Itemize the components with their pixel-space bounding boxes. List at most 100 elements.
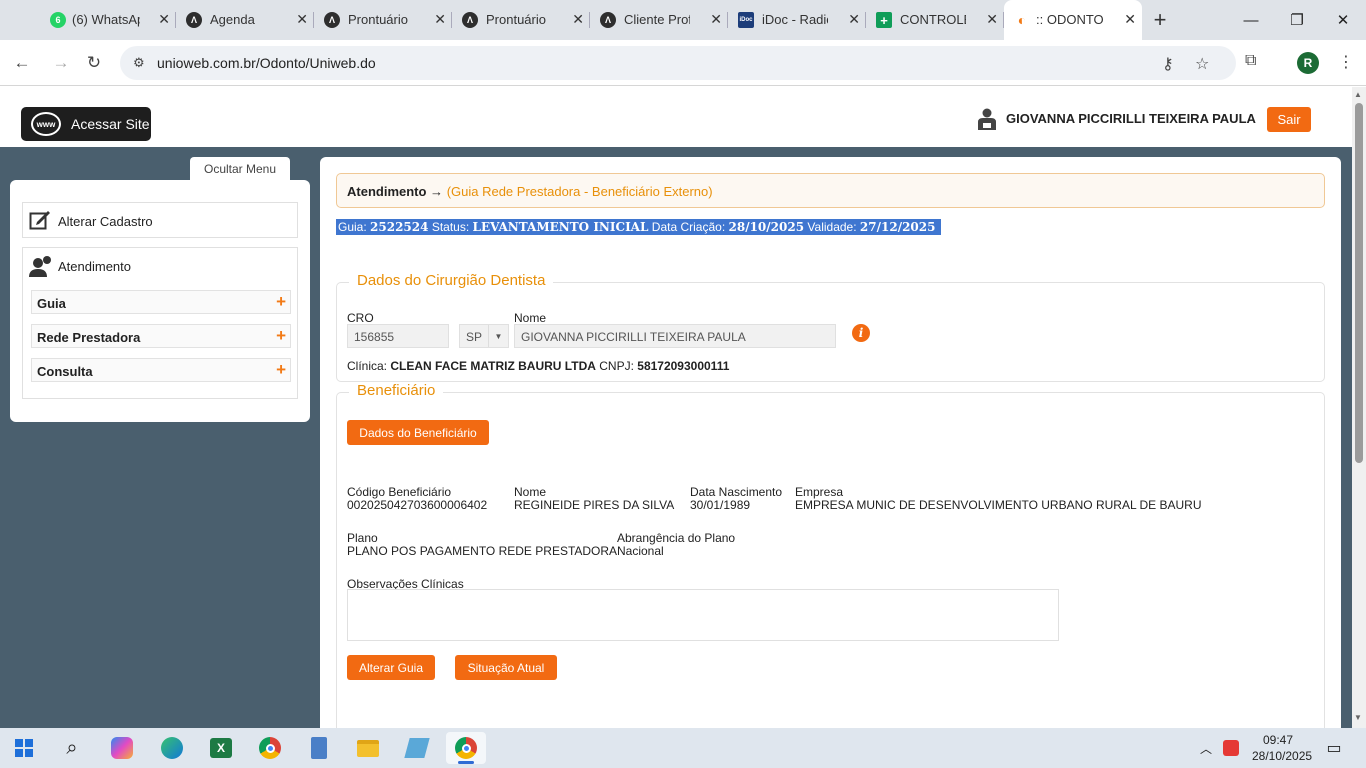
minimize-button[interactable]: — — [1228, 0, 1274, 40]
chevron-up-icon[interactable]: ︿ — [1194, 732, 1218, 764]
start-button[interactable] — [4, 732, 44, 764]
search-icon[interactable]: ⌕ — [52, 732, 92, 764]
copilot-icon[interactable] — [102, 732, 142, 764]
empresa-label: Empresa — [795, 485, 844, 499]
tab-controle[interactable]: + CONTROLE DE ✕ — [866, 0, 1004, 40]
password-key-icon[interactable]: ⚷ — [1162, 54, 1174, 74]
plus-icon[interactable]: + — [276, 292, 286, 312]
calculator-icon[interactable] — [299, 732, 339, 764]
browser-toolbar: ← → ↻ ⚙ unioweb.com.br/Odonto/Uniweb.do … — [0, 40, 1366, 86]
chevron-down-icon: ▼ — [488, 325, 508, 347]
plus-icon[interactable]: + — [276, 360, 286, 380]
alterar-guia-button[interactable]: Alterar Guia — [347, 655, 435, 680]
hide-menu-tab[interactable]: Ocultar Menu — [190, 157, 290, 181]
restore-button[interactable]: ❐ — [1274, 0, 1320, 40]
uf-select[interactable]: SP ▼ — [459, 324, 509, 348]
excel-icon[interactable]: X — [201, 732, 241, 764]
scroll-down-icon[interactable]: ▼ — [1354, 713, 1362, 722]
reload-button[interactable]: ↻ — [83, 52, 105, 74]
situacao-atual-button[interactable]: Situação Atual — [455, 655, 557, 680]
acessar-site-label: Acessar Site — [71, 116, 150, 132]
sidebar-item-guia[interactable]: Guia + — [31, 290, 291, 314]
guia-summary-line: Guia: 2522524 Status: LEVANTAMENTO INICI… — [336, 219, 941, 235]
close-window-button[interactable]: ✕ — [1320, 0, 1366, 40]
notifications-icon[interactable]: ▭ — [1314, 732, 1354, 764]
acessar-site-button[interactable]: www Acessar Site — [21, 107, 151, 141]
sidebar-item-consulta[interactable]: Consulta + — [31, 358, 291, 382]
site-settings-icon[interactable]: ⚙ — [133, 55, 145, 71]
beneficiario-fieldset: Beneficiário Dados do Beneficiário Códig… — [336, 382, 1325, 728]
idoc-icon: iDoc — [738, 12, 754, 28]
back-button[interactable]: ← — [11, 52, 33, 74]
tab-prontuario-2[interactable]: Λ Prontuário ✕ — [452, 0, 590, 40]
tab-label: Agenda — [210, 12, 255, 27]
scrollbar-thumb[interactable] — [1355, 103, 1363, 463]
cnpj-value: 58172093000111 — [637, 359, 730, 373]
sidebar: Alterar Cadastro Atendimento Guia + Rede… — [10, 180, 310, 422]
sidebar-item-rede-prestadora[interactable]: Rede Prestadora + — [31, 324, 291, 348]
new-tab-button[interactable]: + — [1142, 0, 1178, 40]
beneficiario-nome-label: Nome — [514, 485, 547, 499]
tab-label: Prontuário — [348, 12, 408, 27]
close-icon[interactable]: ✕ — [848, 11, 860, 28]
nascimento-value: 30/01/1989 — [690, 498, 751, 512]
nome-dentista-field[interactable]: GIOVANNA PICCIRILLI TEIXEIRA PAULA — [514, 324, 836, 348]
nome-dentista-label: Nome — [514, 311, 547, 325]
clinica-value: CLEAN FACE MATRIZ BAURU LTDA — [390, 359, 596, 373]
close-icon[interactable]: ✕ — [1124, 11, 1136, 28]
profile-avatar[interactable]: R — [1297, 52, 1319, 74]
cro-field[interactable]: 156855 — [347, 324, 449, 348]
dentista-fieldset: Dados do Cirurgião Dentista CRO 156855 S… — [336, 272, 1325, 382]
tab-label: iDoc - Radiologia — [762, 12, 828, 27]
chrome-icon[interactable] — [250, 732, 290, 764]
file-explorer-icon[interactable] — [348, 732, 388, 764]
tab-idoc[interactable]: iDoc iDoc - Radiologia ✕ — [728, 0, 866, 40]
extensions-icon[interactable]: ⧉ — [1245, 52, 1256, 70]
url-text: unioweb.com.br/Odonto/Uniweb.do — [157, 55, 376, 71]
tray-app-icon[interactable] — [1219, 732, 1243, 764]
taskbar-clock[interactable]: 09:47 28/10/2025 — [1252, 732, 1312, 764]
edge-icon[interactable] — [152, 732, 192, 764]
page-scrollbar[interactable]: ▲ ▼ — [1352, 87, 1366, 728]
support-agent-icon — [29, 256, 51, 277]
close-icon[interactable]: ✕ — [572, 11, 584, 28]
logout-button[interactable]: Sair — [1267, 107, 1311, 132]
main-content: Atendimento → (Guia Rede Prestadora - Be… — [320, 157, 1341, 728]
tab-odonto[interactable]: ◐ :: ODONTO :: ✕ — [1004, 0, 1142, 40]
odonto-icon: ◐ — [1014, 12, 1030, 28]
close-icon[interactable]: ✕ — [710, 11, 722, 28]
tab-agenda[interactable]: Λ Agenda ✕ — [176, 0, 314, 40]
tab-cliente-profile[interactable]: Λ Cliente Profile ✕ — [590, 0, 728, 40]
breadcrumb-root[interactable]: Atendimento → — [347, 184, 443, 199]
whatsapp-icon: 6 — [50, 12, 66, 28]
bookmark-star-icon[interactable]: ☆ — [1195, 54, 1209, 74]
scroll-up-icon[interactable]: ▲ — [1354, 90, 1362, 99]
dados-beneficiario-button[interactable]: Dados do Beneficiário — [347, 420, 489, 445]
close-icon[interactable]: ✕ — [434, 11, 446, 28]
sidebar-section-atendimento: Atendimento Guia + Rede Prestadora + Con… — [22, 247, 298, 399]
clock-time: 09:47 — [1262, 733, 1294, 747]
app-shortcut-icon[interactable] — [397, 732, 437, 764]
abrangencia-label: Abrangência do Plano — [617, 531, 736, 545]
tab-whatsapp[interactable]: 6 (6) WhatsApp ✕ — [0, 0, 176, 40]
app-logo-icon: Λ — [324, 12, 340, 28]
close-icon[interactable]: ✕ — [158, 11, 170, 28]
close-icon[interactable]: ✕ — [296, 11, 308, 28]
app-logo-icon: Λ — [462, 12, 478, 28]
info-icon[interactable]: i — [852, 324, 870, 342]
tab-prontuario-1[interactable]: Λ Prontuário ✕ — [314, 0, 452, 40]
close-icon[interactable]: ✕ — [986, 11, 998, 28]
codigo-value: 0020250427036000064​02 — [347, 498, 488, 512]
forward-button[interactable]: → — [50, 52, 72, 74]
beneficiario-nome-value: REGINEIDE PIRES DA SILVA — [514, 498, 675, 512]
guia-label: Guia: — [338, 220, 367, 234]
chrome-profile-icon[interactable] — [446, 732, 486, 764]
guia-number: 2522524 — [370, 220, 429, 234]
clinica-label: Clínica: — [347, 359, 388, 373]
observacoes-textarea[interactable] — [347, 589, 1059, 641]
plus-icon[interactable]: + — [276, 326, 286, 346]
address-bar[interactable]: ⚙ unioweb.com.br/Odonto/Uniweb.do ⚷ ☆ — [120, 46, 1236, 80]
menu-kebab-icon[interactable]: ⋮ — [1338, 52, 1354, 72]
sidebar-item-alterar-cadastro[interactable]: Alterar Cadastro — [22, 202, 298, 238]
browser-tab-strip: 6 (6) WhatsApp ✕ Λ Agenda ✕ Λ Prontuário… — [0, 0, 1366, 40]
